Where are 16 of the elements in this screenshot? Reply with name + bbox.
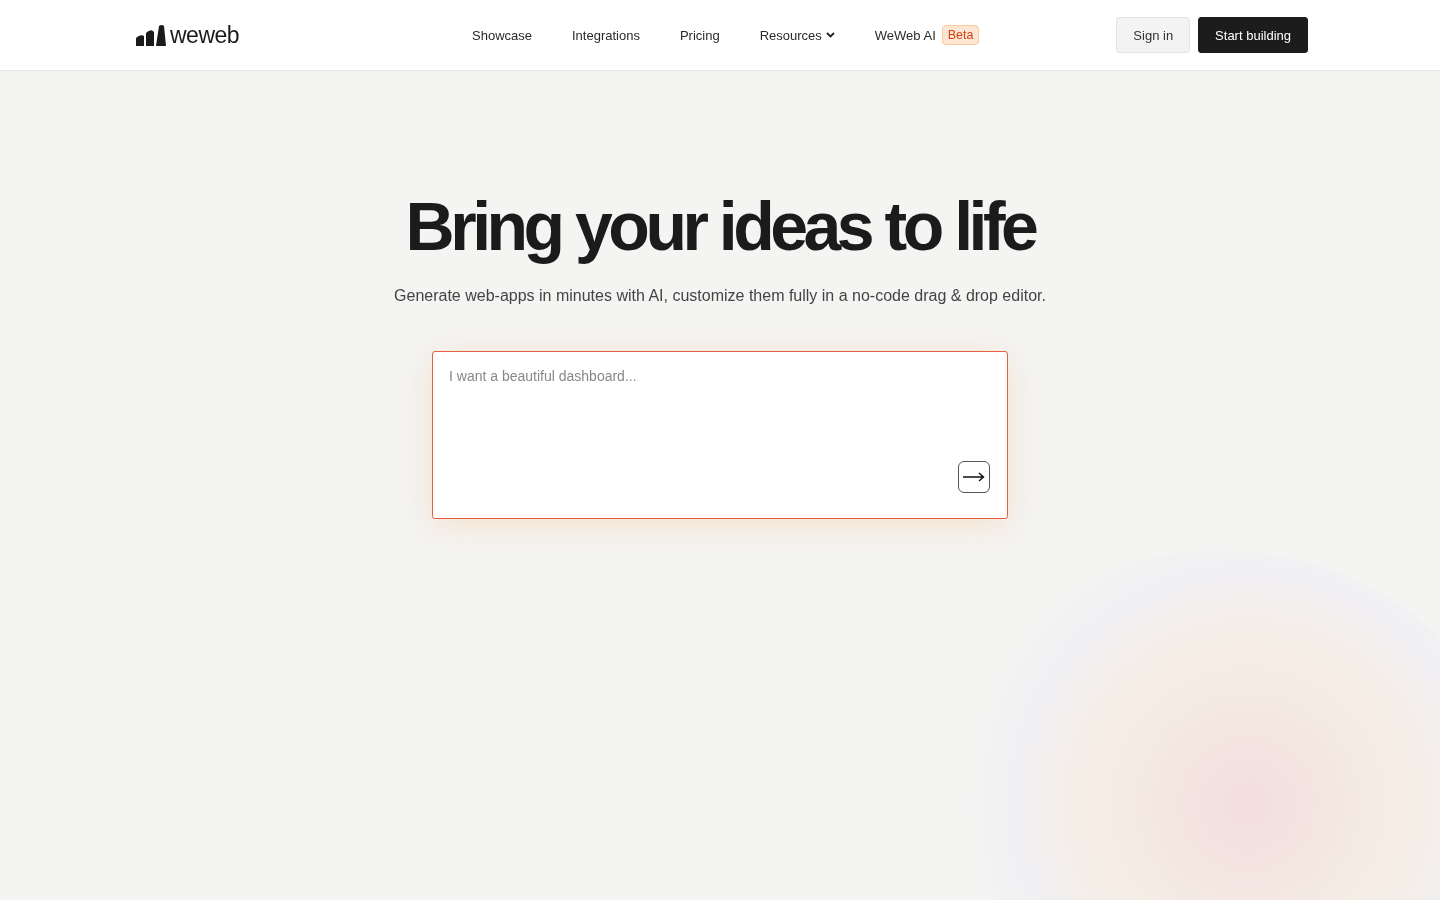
sign-in-button[interactable]: Sign in <box>1116 17 1191 53</box>
beta-badge: Beta <box>941 25 980 45</box>
nav-link[interactable]: Pricing <box>679 27 720 43</box>
logo-icon <box>136 24 166 46</box>
start-building-button[interactable]: Start building <box>1198 17 1308 53</box>
arrow-right-icon <box>963 472 985 482</box>
nav-link[interactable]: Showcase <box>472 27 532 43</box>
nav-link[interactable]: Integrations <box>572 27 640 43</box>
prompt-field[interactable]: I want a beautiful dashboard... <box>432 351 1008 519</box>
nav-dropdown[interactable]: Resources <box>759 27 835 43</box>
logo-wordmark[interactable]: weweb <box>170 21 240 49</box>
nav-link[interactable]: WeWeb AI <box>874 27 936 43</box>
chevron-down-icon <box>825 32 835 38</box>
hero-subtitle: Generate web-apps in minutes with AI, customize them fully in a no-code drag & drop editor. <box>394 287 1046 305</box>
submit-button[interactable] <box>958 461 990 493</box>
hero-title: Bring your ideas to life <box>405 187 1035 265</box>
